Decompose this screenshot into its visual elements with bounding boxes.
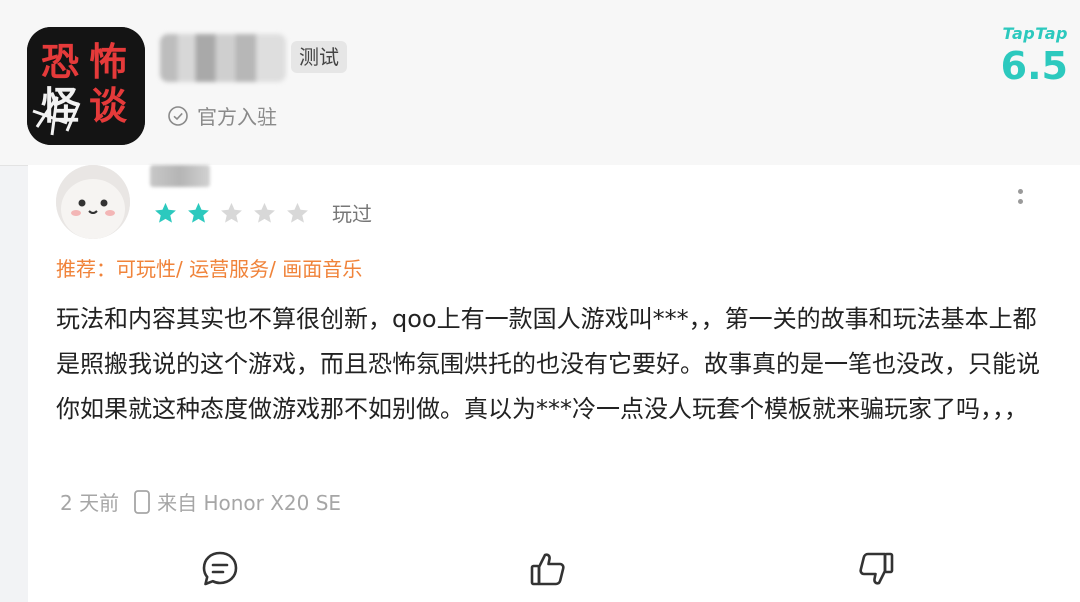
check-circle-icon [168, 105, 188, 126]
username-blurred[interactable] [150, 165, 210, 187]
svg-text:谈: 谈 [89, 84, 128, 128]
star-empty-icon [287, 202, 308, 223]
app-name-blurred [160, 34, 286, 82]
svg-text:恐: 恐 [41, 40, 79, 84]
star-empty-icon [221, 202, 242, 223]
review-meta: 2 天前 来自 Honor X20 SE [60, 487, 341, 516]
star-rating [153, 201, 318, 226]
star-empty-icon [254, 202, 275, 223]
official-label: 官方入驻 [197, 105, 277, 129]
review-card: 玩过 推荐：可玩性/ 运营服务/ 画面音乐 玩法和内容其实也不算很创新，qoo上… [28, 165, 1080, 602]
comment-button[interactable] [199, 548, 241, 590]
thumbs-up-icon [530, 553, 565, 586]
thumbs-down-icon [859, 552, 894, 585]
official-badge: 官方入驻 [167, 101, 277, 130]
like-button[interactable] [527, 548, 569, 590]
review-content: 玩法和内容其实也不算很创新，qoo上有一款国人游戏叫***，，第一关的故事和玩法… [56, 305, 1040, 423]
svg-text:怖: 怖 [89, 40, 127, 84]
avatar[interactable] [56, 165, 130, 239]
rating-score: 6.5 [1000, 44, 1068, 88]
more-icon[interactable] [1012, 185, 1028, 215]
recommend-tags: 推荐：可玩性/ 运营服务/ 画面音乐 [56, 257, 363, 281]
dislike-button[interactable] [855, 548, 897, 590]
action-bar [28, 548, 1080, 592]
comment-icon [202, 551, 238, 586]
play-status: 玩过 [332, 202, 372, 226]
app-icon[interactable]: 恐 怖 怪 谈 [27, 27, 145, 145]
review-time: 2 天前 [60, 491, 120, 515]
star-filled-icon [188, 202, 209, 223]
star-filled-icon [155, 202, 176, 223]
test-badge: 测试 [291, 41, 347, 73]
phone-icon [134, 489, 150, 514]
review-device: 来自 Honor X20 SE [157, 491, 342, 515]
taptap-brand: TapTap [1002, 24, 1068, 43]
app-header: 恐 怖 怪 谈 测试 官方入驻 TapTap 6.5 [0, 0, 1080, 166]
